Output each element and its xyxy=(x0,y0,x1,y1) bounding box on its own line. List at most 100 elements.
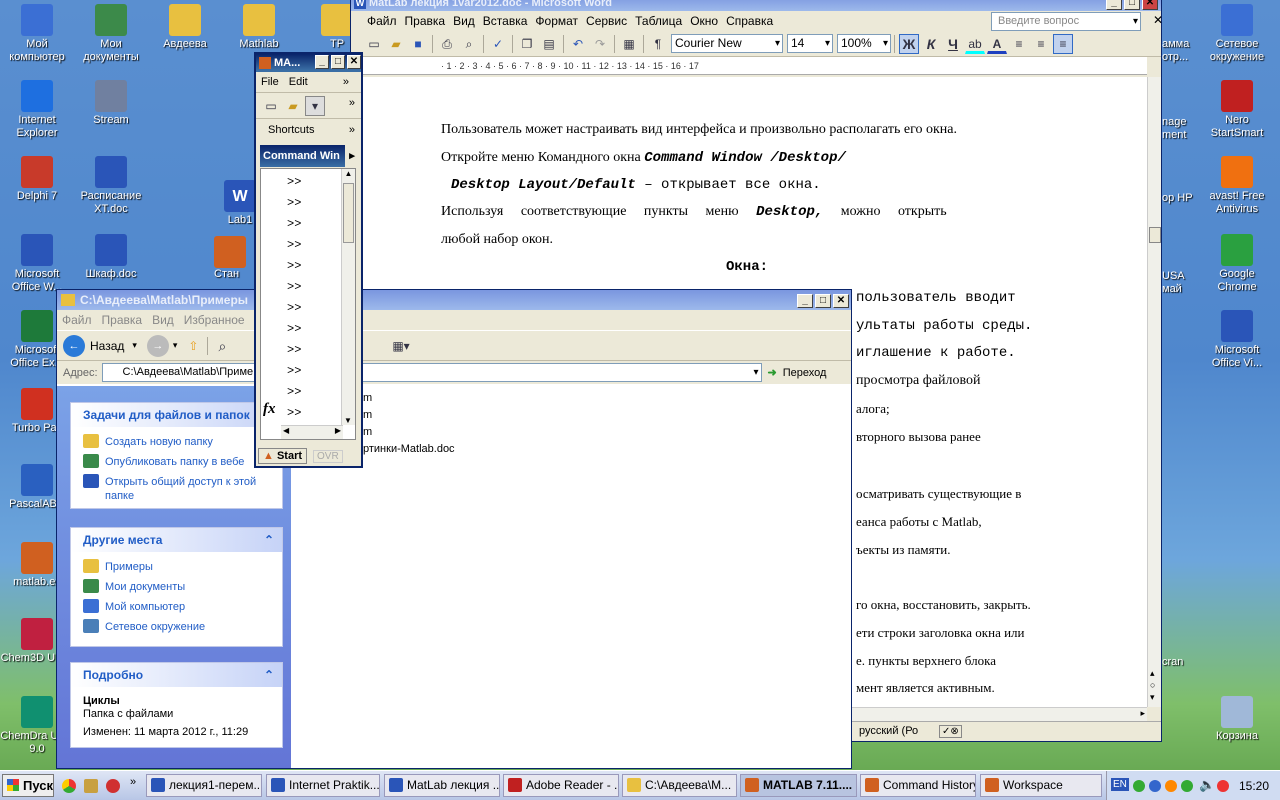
matlab-title-bar[interactable]: MA... _ □ ✕ xyxy=(256,54,361,72)
desktop-icon[interactable]: Мой компьютер xyxy=(0,4,74,64)
place-link[interactable]: Примеры xyxy=(71,557,282,577)
bold-button[interactable]: Ж xyxy=(899,33,919,54)
italic-button[interactable]: К xyxy=(921,34,941,54)
command-window-title[interactable]: Command Win ▸ xyxy=(260,145,359,167)
details-panel-header[interactable]: Подробно ⌃ xyxy=(71,663,282,687)
menu-item[interactable]: File xyxy=(256,76,284,88)
align-left-icon[interactable]: ≡ xyxy=(1009,34,1029,54)
task-link[interactable]: Открыть общий доступ к этой папке xyxy=(71,472,282,506)
tray-icon[interactable] xyxy=(1149,780,1161,792)
word-horizontal-scrollbar[interactable]: ▸ xyxy=(851,707,1147,721)
menu-item[interactable]: Вид xyxy=(147,313,179,327)
tray-icon[interactable] xyxy=(1217,780,1229,792)
justify-icon[interactable]: ≡ xyxy=(1053,33,1073,54)
word-close-doc-icon[interactable]: ✕ xyxy=(1147,13,1169,27)
menu-item[interactable]: Сервис xyxy=(586,14,635,28)
copy-icon[interactable]: ❐ xyxy=(517,34,537,54)
file-item[interactable]: m xyxy=(363,424,455,441)
desktop-icon[interactable]: Google Chrome xyxy=(1200,234,1274,294)
close-icon[interactable]: ✕ xyxy=(347,55,361,69)
word-title-bar[interactable]: W MatLab лекция 1var2012.doc - Microsoft… xyxy=(351,0,1161,11)
desktop-icon[interactable]: Delphi 7 xyxy=(0,156,74,203)
menu-item[interactable]: Окно xyxy=(690,14,726,28)
taskbar-button[interactable]: Adobe Reader - ... xyxy=(503,774,619,797)
open-folder-icon[interactable]: ▰ xyxy=(283,96,303,116)
menu-item[interactable]: Справка xyxy=(726,14,781,28)
help-search-input[interactable]: Введите вопрос xyxy=(991,12,1141,31)
command-hscrollbar[interactable]: ◀ ▶ xyxy=(281,425,343,439)
spellcheck-icon[interactable]: ✓ xyxy=(488,34,508,54)
up-folder-icon[interactable]: ⇧ xyxy=(183,336,203,356)
pilcrow-icon[interactable]: ¶ xyxy=(648,34,668,54)
new-file-icon[interactable]: ▭ xyxy=(261,96,281,116)
command-scrollbar[interactable]: ▲ ▼ xyxy=(341,169,355,425)
clock[interactable]: 15:20 xyxy=(1239,779,1269,793)
start-button[interactable]: ▲ Start xyxy=(258,448,308,464)
tray-icon[interactable] xyxy=(1165,780,1177,792)
new-doc-icon[interactable]: ▭ xyxy=(364,34,384,54)
tray-icon[interactable] xyxy=(1133,780,1145,792)
fx-icon[interactable]: fx xyxy=(263,401,276,418)
desktop-icon[interactable]: Мои документы xyxy=(74,4,148,64)
maximize-icon[interactable]: □ xyxy=(1124,0,1140,10)
menu-item[interactable]: Правка xyxy=(405,14,454,28)
font-color-icon[interactable]: A xyxy=(987,34,1007,54)
menu-item[interactable]: Таблица xyxy=(635,14,690,28)
back-arrow-icon[interactable]: ← xyxy=(63,334,85,357)
taskbar-button[interactable]: MatLab лекция ... xyxy=(384,774,500,797)
desktop-icon[interactable]: Корзина xyxy=(1200,696,1274,743)
close-icon[interactable]: ✕ xyxy=(833,294,849,308)
menu-item[interactable]: Избранное xyxy=(179,313,250,327)
word-vertical-scrollbar[interactable]: ▴ ○ ▾ xyxy=(1147,77,1161,707)
close-icon[interactable]: ✕ xyxy=(1142,0,1158,10)
go-button[interactable]: Переход xyxy=(783,367,827,379)
font-select[interactable]: Courier New xyxy=(671,34,783,53)
menu-item[interactable]: Файл xyxy=(57,313,97,327)
desktop-icon[interactable]: Stream xyxy=(74,80,148,127)
desktop-icon[interactable]: Internet Explorer xyxy=(0,80,74,140)
address-input[interactable]: C:\Авдеева\Matlab\Приме xyxy=(101,363,762,382)
zoom-select[interactable]: 100% xyxy=(837,34,891,53)
chevron-right-icon[interactable]: » xyxy=(349,97,355,109)
minimize-icon[interactable]: _ xyxy=(315,55,329,69)
chevron-right-icon[interactable]: ▸ xyxy=(345,145,359,167)
ruler[interactable]: · 1 · 2 · 3 · 4 · 5 · 6 · 7 · 8 · 9 · 10… xyxy=(361,57,1147,75)
explorer-title-bar[interactable]: C:\Авдеева\Matlab\Примеры _ □ ✕ xyxy=(57,290,851,310)
desktop-folder-icon[interactable]: Mathlab xyxy=(222,4,296,51)
taskbar-button[interactable]: Internet Praktik... xyxy=(266,774,380,797)
search-icon[interactable]: ⌕ xyxy=(212,336,232,356)
spell-status-icon[interactable]: ✓⊗ xyxy=(939,725,962,738)
desktop-icon[interactable]: Расписание ХТ.doc xyxy=(74,156,148,216)
redo-icon[interactable]: ↷ xyxy=(590,34,610,54)
matlab-window[interactable]: MA... _ □ ✕ File Edit » ▭ ▰ ▾ » Shortcuts» C… xyxy=(254,52,363,468)
desktop-icon[interactable]: Шкаф.doc xyxy=(74,234,148,281)
dropdown-icon[interactable]: ▾ xyxy=(305,95,325,116)
maximize-icon[interactable]: □ xyxy=(331,55,345,69)
file-item[interactable]: m xyxy=(363,390,455,407)
desktop-icon[interactable]: avast! Free Antivirus xyxy=(1200,156,1274,216)
taskbar-button[interactable]: MATLAB 7.11.... xyxy=(740,774,857,797)
maximize-icon[interactable]: □ xyxy=(815,294,831,308)
quicklaunch-icon[interactable] xyxy=(106,779,120,793)
task-link[interactable]: Опубликовать папку в вебе xyxy=(71,452,282,472)
menu-item[interactable]: Edit xyxy=(284,76,313,88)
open-folder-icon[interactable]: ▰ xyxy=(386,34,406,54)
minimize-icon[interactable]: _ xyxy=(1106,0,1122,10)
places-panel-header[interactable]: Другие места ⌃ xyxy=(71,528,282,552)
font-size-select[interactable]: 14 xyxy=(787,34,833,53)
taskbar-button[interactable]: Workspace xyxy=(980,774,1102,797)
back-button[interactable]: Назад xyxy=(90,339,124,353)
menu-item[interactable]: Формат xyxy=(535,14,586,28)
preview-icon[interactable]: ⌕ xyxy=(459,34,479,54)
menu-item[interactable]: Вставка xyxy=(483,14,536,28)
paste-icon[interactable]: ▤ xyxy=(539,34,559,54)
command-window[interactable]: >> >> >> >> >> >> >> >> >> >> >> >> fx ▲ ▼ ◀ ▶ xyxy=(260,168,356,440)
desktop-icon[interactable]: Microsoft Office Vi... xyxy=(1200,310,1274,370)
place-link[interactable]: Мой компьютер xyxy=(71,597,282,617)
collapse-icon[interactable]: ⌃ xyxy=(264,663,274,687)
desktop-icon[interactable]: Сетевое окружение xyxy=(1200,4,1274,64)
expand-quicklaunch-icon[interactable]: » xyxy=(130,776,136,788)
collapse-icon[interactable]: ⌃ xyxy=(264,528,274,552)
print-icon[interactable]: ⎙ xyxy=(437,34,457,54)
place-link[interactable]: Сетевое окружение xyxy=(71,617,282,637)
